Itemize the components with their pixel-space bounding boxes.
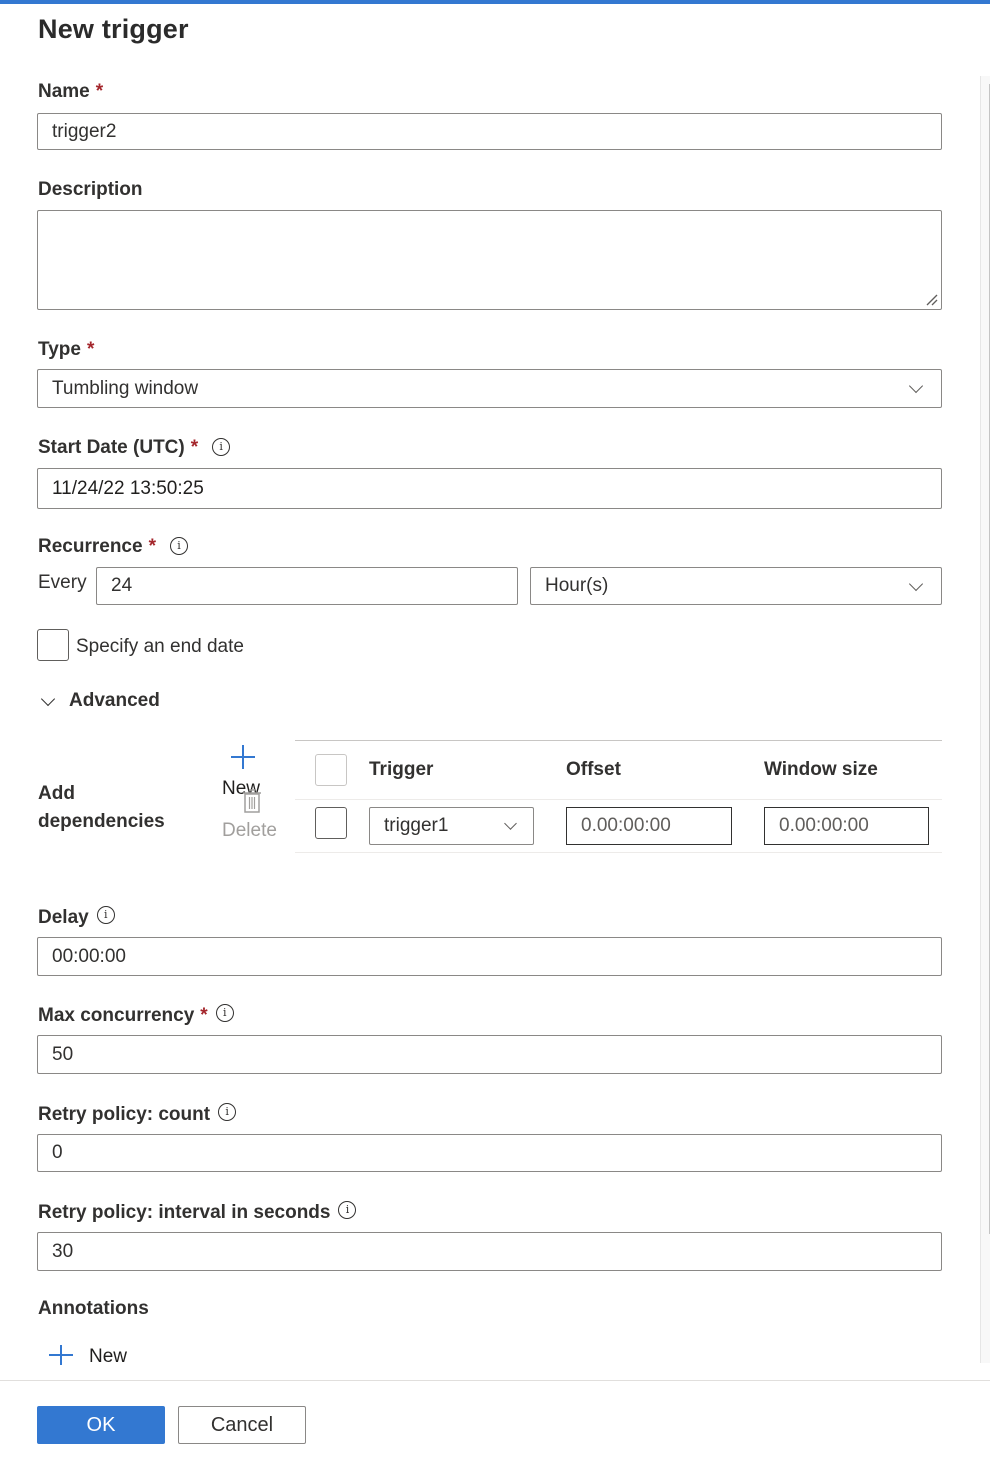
end-date-label: Specify an end date — [76, 636, 244, 657]
cancel-button[interactable]: Cancel — [178, 1406, 306, 1444]
chevron-down-icon — [908, 378, 924, 394]
plus-icon — [231, 745, 255, 769]
top-accent-bar — [0, 0, 990, 4]
select-all-checkbox[interactable] — [315, 754, 347, 786]
info-icon[interactable]: i — [212, 438, 231, 456]
cancel-button-label: Cancel — [210, 1413, 274, 1436]
type-dropdown-value: Tumbling window — [52, 377, 199, 399]
advanced-label: Advanced — [69, 690, 160, 711]
retry-interval-label-text: Retry policy: interval in seconds — [38, 1202, 331, 1223]
retry-interval-value: 30 — [52, 1240, 74, 1262]
required-asterisk: * — [95, 81, 104, 102]
start-date-input[interactable]: 11/24/22 13:50:25 — [37, 468, 942, 509]
retry-interval-label: Retry policy: interval in seconds i — [38, 1201, 357, 1224]
description-label: Description — [38, 179, 143, 201]
max-concurrency-label-text: Max concurrency — [38, 1005, 195, 1026]
ok-button[interactable]: OK — [37, 1406, 165, 1444]
trash-icon — [243, 789, 261, 813]
name-input-value: trigger2 — [52, 120, 117, 142]
ok-button-label: OK — [86, 1413, 116, 1436]
plus-icon — [49, 1345, 73, 1365]
required-asterisk: * — [86, 339, 95, 360]
offset-value: 0.00:00:00 — [581, 815, 671, 836]
column-header-trigger: Trigger — [369, 759, 434, 780]
new-annotation-button[interactable]: New — [48, 1342, 148, 1366]
info-icon[interactable]: i — [215, 1004, 234, 1022]
advanced-toggle[interactable]: Advanced — [38, 688, 178, 716]
scrollbar[interactable] — [980, 76, 990, 1363]
end-date-checkbox[interactable] — [37, 629, 69, 661]
start-date-label-text: Start Date (UTC) — [38, 437, 185, 458]
name-input[interactable]: trigger2 — [37, 113, 942, 150]
table-top-border — [295, 740, 942, 741]
row-checkbox[interactable] — [315, 807, 347, 839]
required-asterisk: * — [190, 437, 199, 458]
add-dependencies-line1: Add — [38, 783, 75, 804]
retry-count-label: Retry policy: count i — [38, 1103, 237, 1126]
recurrence-unit-value: Hour(s) — [545, 575, 609, 596]
chevron-down-icon — [504, 817, 517, 830]
column-header-window-size: Window size — [764, 759, 878, 780]
recurrence-unit-dropdown[interactable]: Hour(s) — [530, 567, 942, 605]
annotations-label: Annotations — [38, 1298, 149, 1320]
trigger-dropdown[interactable]: trigger1 — [369, 807, 534, 845]
dialog-title: New trigger — [38, 14, 189, 44]
offset-input[interactable]: 0.00:00:00 — [566, 807, 732, 845]
name-label: Name * — [38, 81, 103, 103]
recurrence-label-text: Recurrence — [38, 536, 143, 557]
retry-count-value: 0 — [52, 1142, 63, 1163]
info-icon[interactable]: i — [218, 1103, 237, 1121]
max-concurrency-input[interactable]: 50 — [37, 1035, 942, 1074]
column-header-offset: Offset — [566, 759, 621, 780]
max-concurrency-label: Max concurrency * i — [38, 1004, 234, 1027]
footer-divider — [0, 1380, 990, 1381]
add-dependencies-line2: dependencies — [38, 811, 165, 832]
every-label: Every — [38, 572, 87, 593]
table-bottom-border — [295, 852, 942, 853]
retry-count-label-text: Retry policy: count — [38, 1104, 211, 1125]
recurrence-interval-value: 24 — [111, 575, 133, 596]
start-date-value: 11/24/22 13:50:25 — [52, 477, 204, 499]
start-date-label: Start Date (UTC) * i — [38, 437, 231, 459]
required-asterisk: * — [200, 1005, 208, 1026]
max-concurrency-value: 50 — [52, 1043, 74, 1065]
info-icon[interactable]: i — [338, 1201, 357, 1219]
required-asterisk: * — [148, 536, 156, 557]
description-label-text: Description — [38, 179, 143, 200]
chevron-down-icon — [40, 691, 56, 707]
description-textarea[interactable] — [37, 210, 942, 310]
table-header-divider — [295, 799, 942, 800]
delete-dependency-label: Delete — [222, 820, 277, 841]
chevron-down-icon — [908, 576, 924, 592]
type-dropdown[interactable]: Tumbling window — [37, 369, 942, 408]
new-annotation-label: New — [89, 1346, 128, 1366]
recurrence-interval-input[interactable]: 24 — [96, 567, 518, 605]
info-icon[interactable]: i — [96, 906, 115, 924]
retry-count-input[interactable]: 0 — [37, 1134, 942, 1172]
delay-input[interactable]: 00:00:00 — [37, 937, 942, 976]
info-icon[interactable]: i — [169, 537, 188, 555]
type-label: Type * — [38, 339, 94, 361]
delay-value: 00:00:00 — [52, 945, 126, 967]
add-dependencies-label: Add dependencies — [38, 780, 165, 836]
resize-handle-icon[interactable] — [926, 294, 938, 306]
delay-label: Delay i — [38, 906, 115, 929]
name-label-text: Name — [38, 81, 90, 102]
annotations-label-text: Annotations — [38, 1298, 149, 1319]
retry-interval-input[interactable]: 30 — [37, 1232, 942, 1271]
recurrence-label: Recurrence * i — [38, 536, 188, 558]
window-size-value: 0.00:00:00 — [779, 815, 869, 836]
window-size-input[interactable]: 0.00:00:00 — [764, 807, 929, 845]
type-label-text: Type — [38, 339, 81, 360]
delay-label-text: Delay — [38, 907, 89, 928]
delete-dependency-button[interactable]: Delete — [220, 786, 286, 846]
trigger-dropdown-value: trigger1 — [384, 815, 449, 836]
